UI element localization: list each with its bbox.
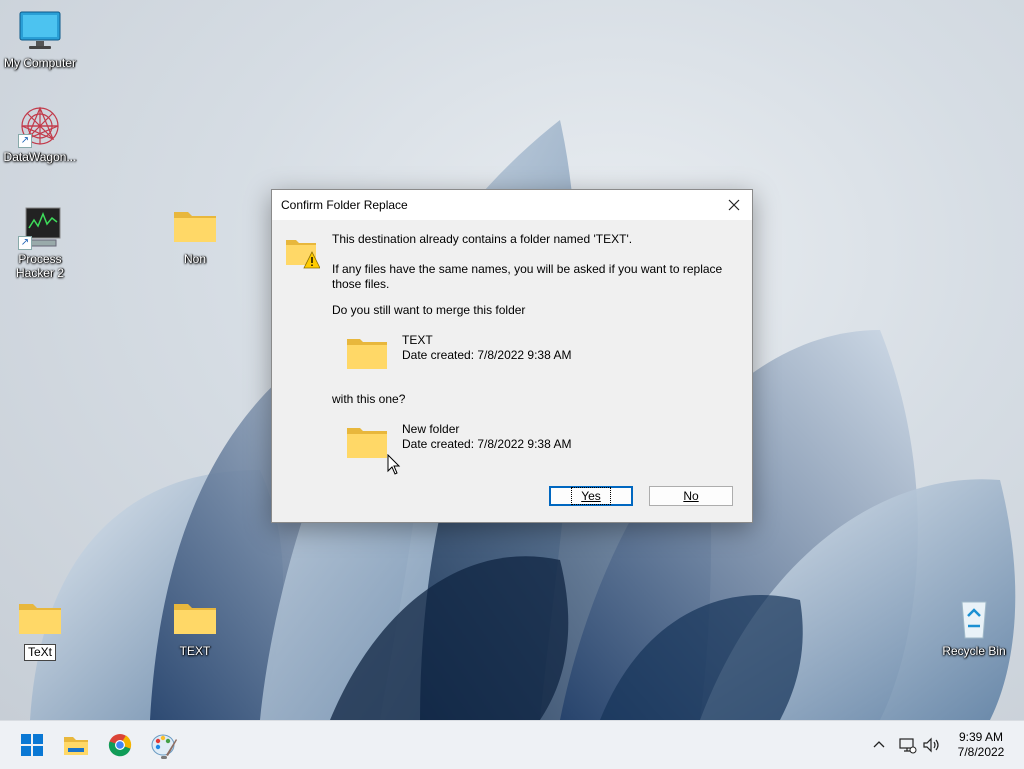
desktop-icon-process-hacker[interactable]: ↗ Process Hacker 2: [0, 206, 80, 280]
start-icon: [21, 734, 43, 756]
desktop-icon-my-computer[interactable]: My Computer: [0, 10, 80, 70]
desktop-icon-folder-non[interactable]: Non: [155, 206, 235, 266]
desktop-icon-recycle-bin[interactable]: Recycle Bin: [934, 598, 1014, 658]
desktop-icon-folder-text-rename[interactable]: TeXt: [0, 598, 80, 661]
chrome-icon: [108, 734, 132, 757]
dialog-question: Do you still want to merge this folder: [332, 303, 526, 317]
confirm-folder-replace-dialog: Confirm Folder Replace This destination …: [271, 189, 753, 523]
process-hacker-icon: ↗: [16, 206, 64, 250]
source-folder-icon: [345, 335, 389, 374]
recycle-bin-icon: [950, 598, 998, 642]
yes-button-label: Yes: [571, 487, 611, 505]
source-folder-name: TEXT: [402, 333, 433, 347]
dialog-message: This destination already contains a fold…: [332, 232, 633, 246]
chrome-taskbar-button[interactable]: [106, 731, 134, 759]
monitor-icon: [16, 10, 64, 54]
target-folder-date: Date created: 7/8/2022 9:38 AM: [402, 437, 572, 451]
running-indicator: [161, 756, 167, 759]
dialog-detail-line1: If any files have the same names, you wi…: [332, 262, 723, 276]
desktop-icon-label: Process Hacker 2: [15, 252, 65, 280]
shortcut-arrow-icon: ↗: [18, 134, 32, 148]
taskbar-clock[interactable]: 9:39 AM 7/8/2022: [946, 730, 1016, 760]
desktop-icon-datawagon[interactable]: ↗ DataWagon...: [0, 104, 80, 164]
taskbar: 9:39 AM 7/8/2022: [0, 720, 1024, 769]
dialog-with-text: with this one?: [332, 392, 406, 406]
start-button[interactable]: [18, 731, 46, 759]
folder-icon: [16, 598, 64, 642]
file-explorer-taskbar-button[interactable]: [62, 731, 90, 759]
dialog-titlebar[interactable]: Confirm Folder Replace: [272, 190, 752, 220]
mouse-cursor-icon: [387, 454, 401, 475]
desktop-icon-label: DataWagon...: [3, 150, 77, 164]
folder-icon: [171, 206, 219, 250]
source-folder-date: Date created: 7/8/2022 9:38 AM: [402, 348, 572, 362]
paint-icon: [151, 734, 177, 756]
file-explorer-icon: [64, 737, 88, 755]
desktop-icon-label: TEXT: [179, 644, 211, 658]
volume-icon[interactable]: [921, 735, 941, 755]
no-button[interactable]: No: [649, 486, 733, 506]
network-icon[interactable]: [897, 735, 917, 755]
chevron-up-icon[interactable]: [870, 735, 888, 753]
desktop-icon-label: Recycle Bin: [942, 644, 1006, 658]
close-button[interactable]: [716, 190, 752, 220]
no-button-label: No: [683, 489, 699, 503]
desktop-icon-label: Non: [183, 252, 206, 266]
dialog-detail-line2: those files.: [332, 277, 390, 291]
rename-field[interactable]: TeXt: [23, 644, 56, 661]
target-folder-name: New folder: [402, 422, 460, 436]
clock-date: 7/8/2022: [957, 745, 1005, 759]
folder-icon: [171, 598, 219, 642]
paint-taskbar-button[interactable]: [150, 731, 178, 759]
shortcut-arrow-icon: ↗: [18, 236, 32, 250]
folder-warning-icon: [284, 236, 321, 273]
desktop-icon-label: My Computer: [3, 56, 77, 70]
dialog-title: Confirm Folder Replace: [281, 198, 408, 212]
clock-time: 9:39 AM: [958, 730, 1004, 744]
target-folder-icon: [345, 424, 389, 463]
datawagon-icon: ↗: [16, 104, 64, 148]
close-icon: [728, 199, 740, 211]
yes-button[interactable]: Yes: [549, 486, 633, 506]
desktop-icon-folder-text[interactable]: TEXT: [155, 598, 235, 658]
